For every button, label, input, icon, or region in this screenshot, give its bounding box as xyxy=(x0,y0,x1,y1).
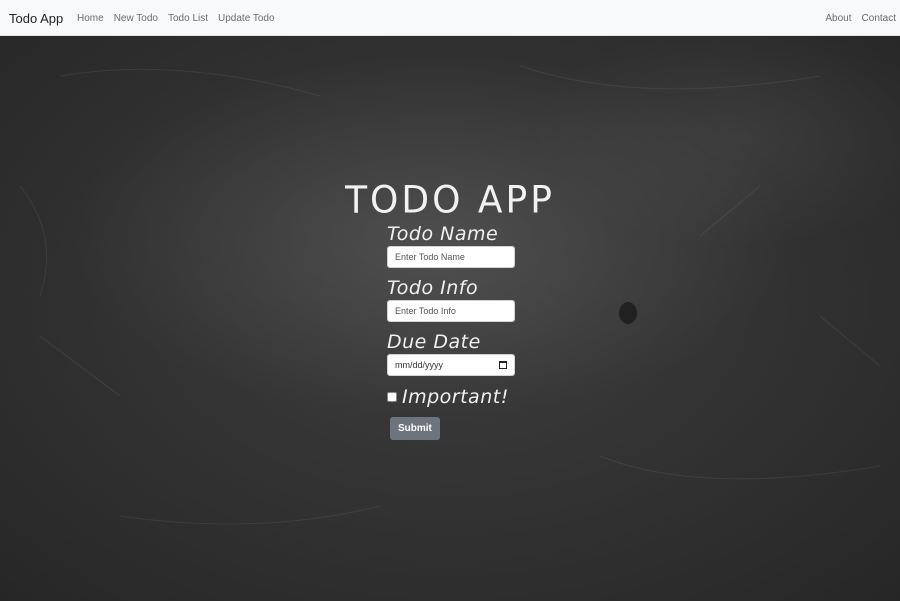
calendar-icon[interactable] xyxy=(499,361,507,369)
nav-link-todo-list[interactable]: Todo List xyxy=(168,13,208,24)
nav-link-home[interactable]: Home xyxy=(77,13,104,24)
top-navbar: Todo App Home New Todo Todo List Update … xyxy=(0,0,900,36)
todo-form: Todo Name Enter Todo Name Todo Info Ente… xyxy=(387,224,527,440)
todo-name-label: Todo Name xyxy=(387,223,499,245)
nav-link-about[interactable]: About xyxy=(825,13,851,24)
todo-info-label: Todo Info xyxy=(387,277,479,299)
nav-link-contact[interactable]: Contact xyxy=(862,13,896,24)
brand-link[interactable]: Todo App xyxy=(9,11,63,26)
submit-button[interactable]: Submit xyxy=(390,417,440,440)
nav-link-new-todo[interactable]: New Todo xyxy=(114,13,158,24)
important-row: Important! xyxy=(387,386,527,408)
nav-left-group: Home New Todo Todo List Update Todo xyxy=(77,13,275,24)
important-label: Important! xyxy=(402,386,509,408)
nav-right-group: About Contact xyxy=(825,13,896,24)
due-date-label: Due Date xyxy=(387,331,481,353)
todo-info-input[interactable]: Enter Todo Info xyxy=(387,300,515,322)
nav-link-update-todo[interactable]: Update Todo xyxy=(218,13,275,24)
due-date-input[interactable]: mm/dd/yyyy xyxy=(387,354,515,376)
due-date-value: mm/dd/yyyy xyxy=(395,360,444,370)
chalkboard-background: TODO APP Todo Name Enter Todo Name Todo … xyxy=(0,36,900,601)
important-checkbox[interactable] xyxy=(387,392,397,402)
page-title: TODO APP xyxy=(345,179,555,223)
todo-name-input[interactable]: Enter Todo Name xyxy=(387,246,515,268)
